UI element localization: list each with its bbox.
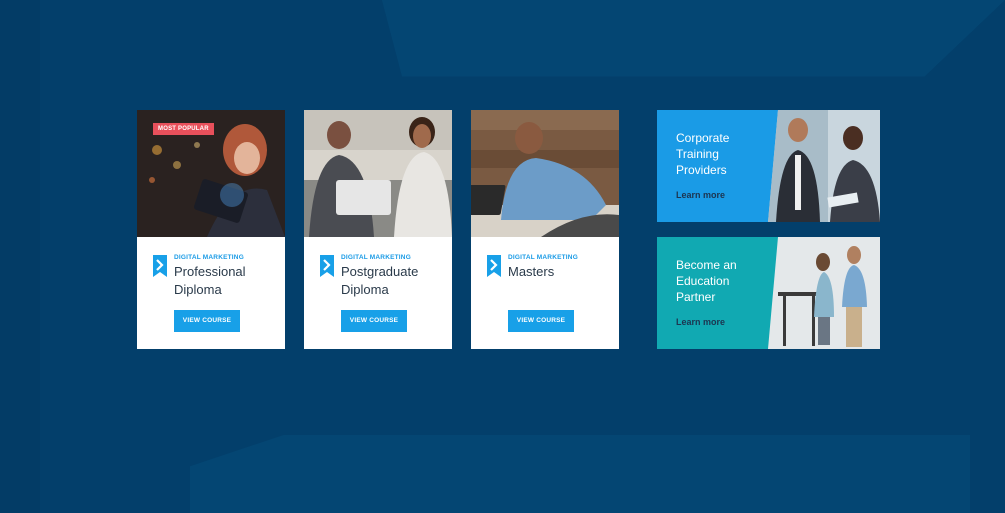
- promo-title: Corporate Training Providers: [676, 131, 730, 177]
- view-course-button[interactable]: VIEW COURSE: [508, 310, 574, 332]
- learn-more-link[interactable]: Learn more: [676, 317, 725, 327]
- course-title: Masters: [508, 264, 555, 279]
- bookmark-icon: [320, 255, 334, 277]
- promo-corporate-training[interactable]: Corporate Training Providers Learn more: [657, 110, 880, 222]
- bookmark-icon: [153, 255, 167, 277]
- background-shape-bottom: [190, 435, 970, 513]
- course-category: DIGITAL MARKETING: [508, 254, 578, 261]
- view-course-button[interactable]: VIEW COURSE: [174, 310, 240, 332]
- course-card-postgraduate-diploma[interactable]: DIGITAL MARKETING Postgraduate Diploma V…: [304, 110, 452, 349]
- learn-more-link[interactable]: Learn more: [676, 190, 725, 200]
- background-panel: [0, 0, 40, 513]
- promo-title: Become an Education Partner: [676, 258, 737, 304]
- course-title: Postgraduate Diploma: [341, 264, 419, 297]
- course-category: DIGITAL MARKETING: [341, 254, 411, 261]
- most-popular-badge: MOST POPULAR: [153, 123, 214, 135]
- view-course-button[interactable]: VIEW COURSE: [341, 310, 407, 332]
- course-category: DIGITAL MARKETING: [174, 254, 244, 261]
- promo-education-partner[interactable]: Become an Education Partner Learn more: [657, 237, 880, 349]
- bookmark-icon: [487, 255, 501, 277]
- course-title: Professional Diploma: [174, 264, 246, 297]
- course-photo: MOST POPULAR: [137, 110, 285, 237]
- promo-photo: [768, 110, 880, 222]
- course-photo: [471, 110, 619, 237]
- course-card-professional-diploma[interactable]: MOST POPULAR DIGITAL MARKETING Professio…: [137, 110, 285, 349]
- promo-photo: [768, 237, 880, 349]
- course-card-masters[interactable]: DIGITAL MARKETING Masters VIEW COURSE: [471, 110, 619, 349]
- background-shape-top: [0, 0, 1005, 77]
- course-photo: [304, 110, 452, 237]
